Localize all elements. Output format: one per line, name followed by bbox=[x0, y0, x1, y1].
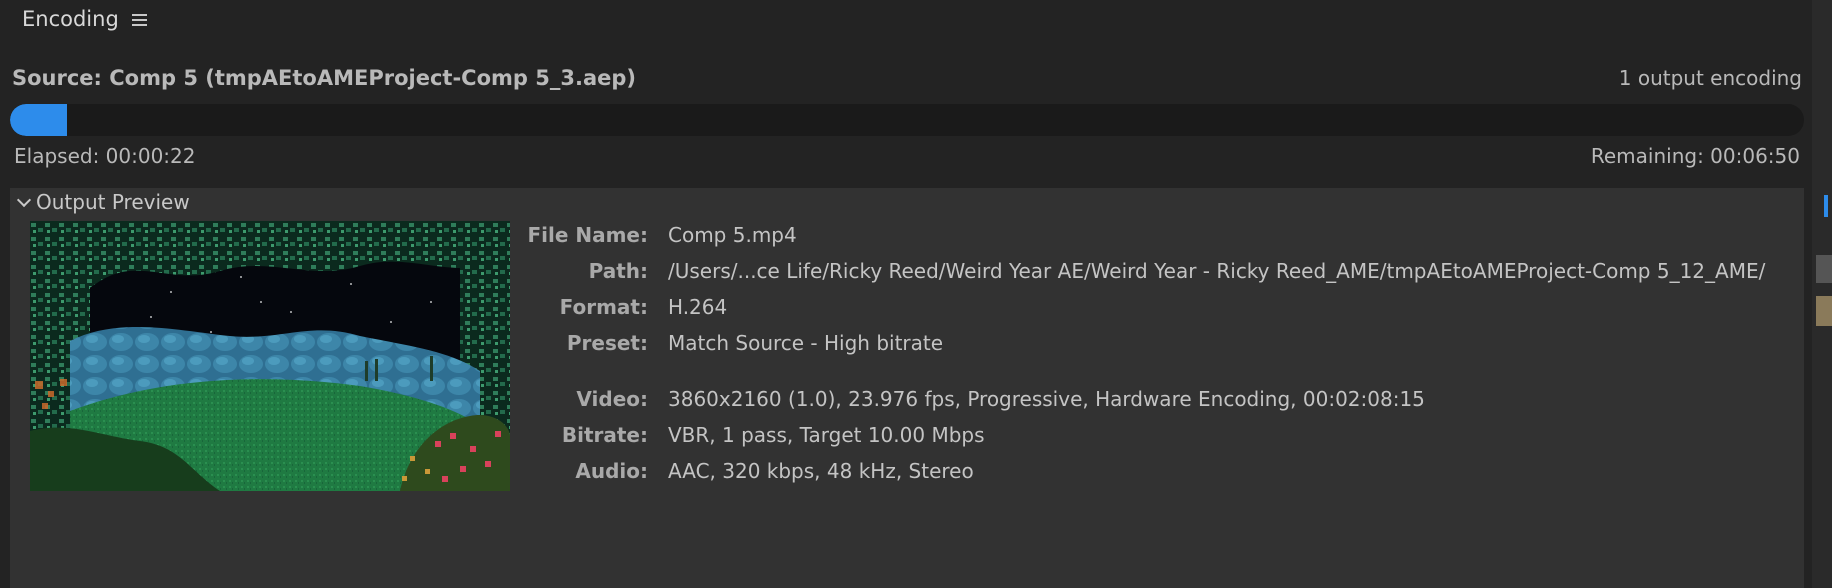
hamburger-menu-icon[interactable] bbox=[130, 10, 150, 30]
chevron-down-icon bbox=[14, 192, 34, 212]
detail-value: 3860x2160 (1.0), 23.976 fps, Progressive… bbox=[668, 387, 1425, 411]
output-preview-toggle[interactable]: Output Preview bbox=[14, 189, 190, 215]
detail-label: Path: bbox=[588, 259, 648, 283]
adjacent-panel-swatch bbox=[1816, 255, 1832, 283]
detail-label: Format: bbox=[559, 295, 648, 319]
detail-label: File Name: bbox=[527, 223, 648, 247]
elapsed-time: Elapsed: 00:00:22 bbox=[14, 144, 196, 168]
detail-label: Preset: bbox=[566, 331, 648, 355]
output-preview-title: Output Preview bbox=[36, 190, 190, 214]
panel-tab-bar: Encoding bbox=[0, 0, 1812, 42]
encoding-progress-bar bbox=[10, 104, 1804, 136]
detail-value: Comp 5.mp4 bbox=[668, 223, 797, 247]
adjacent-panel-edge bbox=[1812, 0, 1832, 588]
adjacent-panel-marker bbox=[1824, 195, 1828, 217]
output-preview-section: Output Preview File Name: Comp 5.mp4 Pat… bbox=[10, 188, 1804, 588]
remaining-time: Remaining: 00:06:50 bbox=[1590, 144, 1800, 168]
detail-value: /Users/...ce Life/Ricky Reed/Weird Year … bbox=[668, 259, 1766, 283]
adjacent-panel-swatch bbox=[1816, 296, 1832, 326]
encoding-panel: Encoding Source: Comp 5 (tmpAEtoAMEProje… bbox=[0, 0, 1832, 588]
preview-frame-image bbox=[30, 221, 510, 491]
source-label: Source: Comp 5 (tmpAEtoAMEProject-Comp 5… bbox=[12, 66, 636, 90]
detail-value: Match Source - High bitrate bbox=[668, 331, 944, 355]
detail-label: Video: bbox=[576, 387, 648, 411]
detail-value: H.264 bbox=[668, 295, 728, 319]
detail-value: VBR, 1 pass, Target 10.00 Mbps bbox=[668, 423, 985, 447]
panel-tab-encoding[interactable]: Encoding bbox=[22, 7, 119, 31]
output-encoding-count: 1 output encoding bbox=[1618, 66, 1802, 90]
detail-label: Audio: bbox=[575, 459, 648, 483]
detail-label: Bitrate: bbox=[561, 423, 648, 447]
output-preview-thumbnail bbox=[30, 221, 510, 491]
progress-bar-fill bbox=[10, 104, 68, 136]
detail-value: AAC, 320 kbps, 48 kHz, Stereo bbox=[668, 459, 974, 483]
